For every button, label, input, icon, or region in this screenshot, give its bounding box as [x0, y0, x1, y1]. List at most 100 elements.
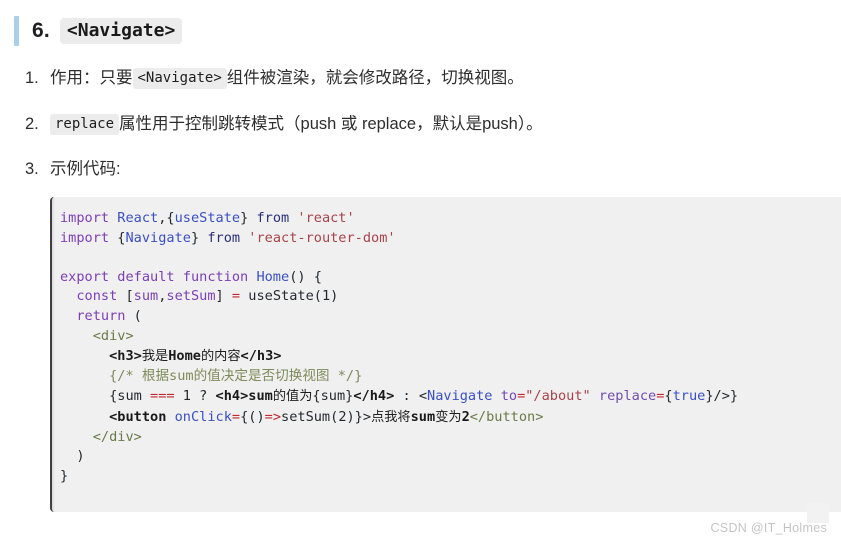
code-token: ,{ — [158, 210, 175, 226]
list-item: 1. 作用：只要 <Navigate> 组件被渲染，就会修改路径，切换视图。 — [0, 66, 841, 92]
code-line: export default function Home() { — [60, 269, 322, 285]
code-token: Navigate — [125, 229, 191, 246]
code-token: } — [60, 467, 69, 484]
watermark-backdrop — [807, 503, 829, 523]
code-token: replace — [598, 388, 657, 405]
code-content: import React,{useState} from 'react' imp… — [52, 197, 841, 498]
list-item: 2. replace 属性用于控制跳转模式（push 或 replace，默认是pu… — [0, 112, 841, 138]
code-token: "/about" — [525, 388, 591, 405]
code-line: } — [60, 468, 68, 484]
code-token: onClick — [174, 408, 232, 425]
code-token: setSum — [166, 288, 216, 305]
code-token: } — [190, 229, 208, 246]
code-line: import React,{useState} from 'react' — [60, 210, 355, 226]
code-token: === — [150, 388, 175, 405]
section-heading: 6. <Navigate> — [14, 14, 841, 48]
code-token: import — [60, 210, 110, 226]
code-token: [ — [117, 288, 134, 305]
inline-code-chip: <Navigate> — [132, 68, 227, 90]
watermark: CSDN @IT_Holmes — [710, 521, 827, 535]
list-item-marker: 3. — [25, 160, 39, 179]
notes-list: 1. 作用：只要 <Navigate> 组件被渲染，就会修改路径，切换视图。 2. rep… — [0, 66, 841, 183]
code-token: Home — [256, 268, 290, 285]
code-token: </h4> — [353, 388, 395, 405]
code-token: </div> — [92, 428, 142, 445]
code-token: React — [117, 210, 159, 226]
code-line: <div> — [60, 328, 134, 344]
code-token: { — [109, 229, 126, 246]
code-token: 我是 — [141, 348, 169, 364]
code-token: = — [231, 408, 241, 425]
code-token: <div> — [92, 327, 134, 344]
list-item-text-before: 示例代码: — [50, 160, 121, 179]
code-token: ) — [76, 448, 85, 465]
code-token: useState — [174, 210, 241, 226]
code-token: 2 — [338, 408, 347, 425]
code-token: ? — [190, 388, 216, 405]
code-token: 2 — [461, 408, 470, 425]
code-token: => — [264, 408, 282, 425]
code-token: import — [60, 229, 110, 246]
code-token: 点我将 — [371, 408, 411, 424]
list-item: 3. 示例代码: — [0, 157, 841, 183]
code-block[interactable]: import React,{useState} from 'react' imp… — [50, 197, 841, 512]
heading-accent-bar — [14, 16, 19, 46]
code-token: </button> — [469, 408, 544, 425]
code-token: ) — [330, 288, 339, 305]
code-token: 的值为 — [272, 388, 313, 404]
code-token: setSum( — [281, 408, 339, 425]
code-token: )}> — [346, 408, 372, 425]
list-item-marker: 1. — [25, 69, 39, 87]
code-token: ( — [125, 307, 142, 324]
code-token: 1 — [321, 288, 331, 305]
code-token: from — [207, 229, 241, 246]
code-line: {/* 根据sum的值决定是否切换视图 */} — [60, 368, 362, 384]
code-token: </h3> — [240, 348, 282, 365]
code-token: to — [500, 388, 518, 405]
heading-code-chip: <Navigate> — [59, 17, 183, 45]
code-token: { — [664, 388, 673, 405]
code-line: ) — [60, 448, 85, 465]
inline-code-chip: replace — [50, 113, 120, 135]
list-item-text-after: 组件被渲染，就会修改路径，切换视图。 — [226, 69, 524, 87]
list-item-text-after: 属性用于控制跳转模式（push 或 replace，默认是push）。 — [119, 114, 543, 133]
code-token: 'react-router-dom' — [248, 229, 396, 246]
code-token: 变为 — [435, 408, 462, 424]
code-token: <h3> — [109, 348, 142, 365]
code-line: {sum === 1 ? <h4>sum的值为{sum}</h4> : <Nav… — [60, 388, 738, 404]
code-token: const — [76, 288, 118, 305]
heading-number: 6. — [32, 19, 50, 42]
code-token: <h4> — [215, 388, 249, 405]
code-token: }/>} — [705, 388, 739, 405]
code-token: true — [672, 388, 706, 405]
code-line: <h3>我是Home的内容</h3> — [60, 348, 281, 364]
code-token: () { — [289, 268, 322, 285]
code-token: {sum} — [312, 388, 354, 405]
code-token: ] — [215, 288, 232, 305]
code-line: <button onClick={()=>setSum(2)}>点我将sum变为… — [60, 409, 543, 425]
code-token: sum — [248, 388, 273, 405]
code-token: return — [76, 307, 126, 324]
code-token: 1 — [182, 388, 191, 405]
code-token: sum — [133, 288, 159, 305]
code-line: const [sum,setSum] = useState(1) — [60, 288, 338, 304]
code-token: 的内容 — [200, 348, 241, 364]
code-token: Home — [168, 348, 201, 365]
code-line: return ( — [60, 307, 142, 324]
code-token: 'react' — [297, 210, 355, 226]
code-token: useState( — [240, 288, 322, 305]
code-token: sum — [410, 408, 436, 425]
code-line: import {Navigate} from 'react-router-dom… — [60, 230, 396, 246]
code-token: {() — [240, 408, 265, 425]
